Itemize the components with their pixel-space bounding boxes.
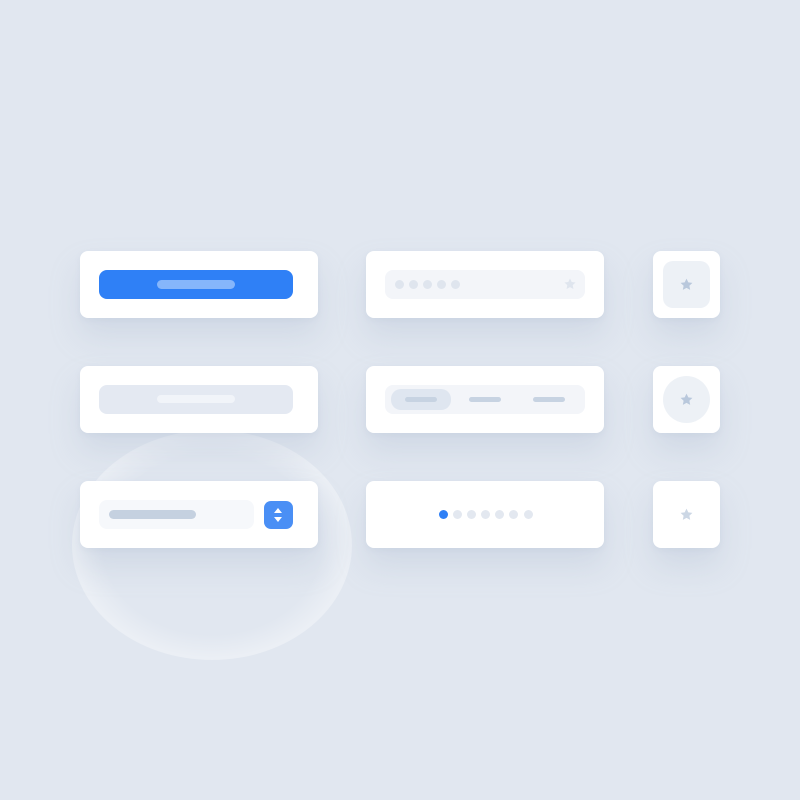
- icon-button-card: [653, 481, 720, 548]
- select-field[interactable]: [99, 500, 254, 529]
- star-icon: [680, 508, 693, 520]
- segment-2[interactable]: [459, 389, 511, 410]
- segmented-control: [385, 385, 585, 414]
- primary-button[interactable]: [99, 270, 293, 299]
- star-icon: [564, 278, 576, 290]
- password-mask-dot: [395, 280, 404, 289]
- primary-button-label-placeholder: [157, 280, 235, 289]
- stepper-button[interactable]: [264, 501, 293, 529]
- secondary-button[interactable]: [99, 385, 293, 414]
- page-dot[interactable]: [481, 510, 490, 519]
- primary-button-card: [80, 251, 318, 318]
- page-dot[interactable]: [524, 510, 533, 519]
- page-dot[interactable]: [509, 510, 518, 519]
- page-dot[interactable]: [495, 510, 504, 519]
- password-field-card: [366, 251, 604, 318]
- segment-1[interactable]: [391, 389, 451, 410]
- page-indicator: [366, 481, 604, 548]
- password-mask-dot: [409, 280, 418, 289]
- icon-button-card: [653, 251, 720, 318]
- segmented-control-card: [366, 366, 604, 433]
- secondary-button-label-placeholder: [157, 395, 235, 403]
- select-value-placeholder: [109, 510, 196, 519]
- secondary-button-card: [80, 366, 318, 433]
- password-mask-dot: [451, 280, 460, 289]
- star-icon-button-rounded[interactable]: [663, 261, 710, 308]
- icon-button-card: [653, 366, 720, 433]
- segment-3[interactable]: [523, 389, 575, 410]
- segment-label-placeholder: [405, 397, 437, 402]
- segment-label-placeholder: [533, 397, 565, 402]
- star-icon: [680, 278, 693, 290]
- password-mask-dot: [437, 280, 446, 289]
- password-mask-dot: [423, 280, 432, 289]
- segment-label-placeholder: [469, 397, 501, 402]
- password-field[interactable]: [385, 270, 585, 299]
- page-dot[interactable]: [467, 510, 476, 519]
- star-icon: [680, 393, 693, 405]
- star-icon-button-plain[interactable]: [663, 491, 710, 538]
- select-card: [80, 481, 318, 548]
- page-dot[interactable]: [439, 510, 448, 519]
- page-indicator-card: [366, 481, 604, 548]
- chevron-down-icon: [274, 517, 282, 522]
- chevron-up-icon: [274, 508, 282, 513]
- page-dot[interactable]: [453, 510, 462, 519]
- star-icon-button-circle[interactable]: [663, 376, 710, 423]
